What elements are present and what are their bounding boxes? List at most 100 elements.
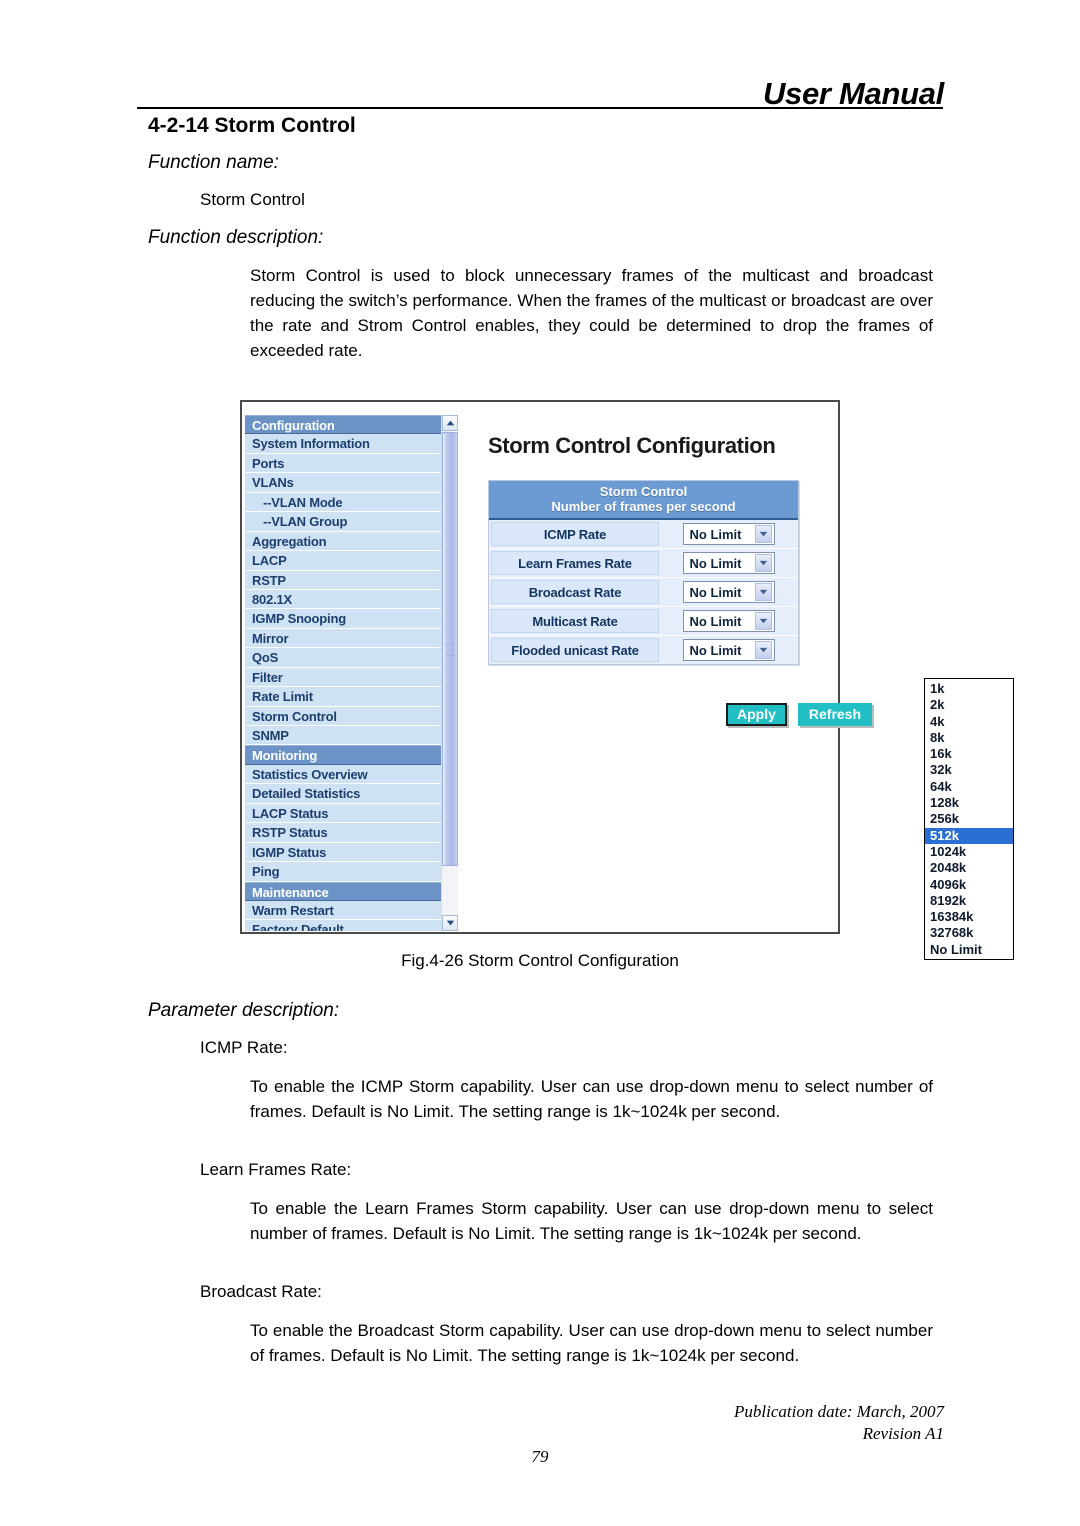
row-control: No Limit — [659, 639, 798, 661]
dropdown-option[interactable]: 2048k — [925, 860, 1013, 876]
dropdown-option[interactable]: 32768k — [925, 925, 1013, 941]
dropdown-option[interactable]: 512k — [925, 827, 1013, 844]
sidebar-item-igmp-status[interactable]: IGMP Status — [245, 842, 441, 863]
function-description-text: Storm Control is used to block unnecessa… — [250, 266, 933, 360]
sidebar-item-factory-default[interactable]: Factory Default — [245, 920, 441, 931]
revision: Revision A1 — [862, 1424, 944, 1443]
sidebar-item-igmp-snooping[interactable]: IGMP Snooping — [245, 609, 441, 629]
dropdown-option[interactable]: 32k — [925, 762, 1013, 778]
sidebar-item-vlan-mode[interactable]: --VLAN Mode — [245, 492, 441, 513]
dropdown-option[interactable]: 128k — [925, 795, 1013, 811]
sidebar-item-lacp[interactable]: LACP — [245, 551, 441, 571]
sidebar-item-rate-limit[interactable]: Rate Limit — [245, 687, 441, 707]
sidebar-item-warm-restart[interactable]: Warm Restart — [245, 900, 441, 921]
rate-dropdown-options[interactable]: 1k 2k 4k 8k 16k 32k 64k 128k 256k 512k 1024k 2048k 4… — [924, 678, 1014, 961]
rate-select-learn-frames-rate[interactable]: No Limit — [682, 552, 775, 574]
dropdown-option[interactable]: 8k — [925, 730, 1013, 746]
dropdown-option[interactable]: 4k — [925, 714, 1013, 730]
sidebar-item-maintenance[interactable]: Maintenance — [245, 881, 441, 901]
rate-select-broadcast-rate[interactable]: No Limit — [682, 581, 775, 603]
sidebar-item-label: Maintenance — [252, 884, 329, 900]
chevron-down-icon[interactable] — [754, 641, 772, 659]
sidebar-item-detailed-statistics[interactable]: Detailed Statistics — [245, 784, 441, 804]
publication-date: Publication date: March, 2007 — [734, 1402, 944, 1421]
dropdown-option[interactable]: 2k — [925, 697, 1013, 713]
sidebar-item-ping[interactable]: Ping — [245, 862, 441, 882]
sidebar-item-label: 802.1X — [252, 591, 293, 607]
sidebar-item-label: LACP — [252, 553, 287, 569]
scrollbar-thumb[interactable] — [442, 432, 458, 866]
row-control: No Limit — [659, 523, 798, 545]
apply-button[interactable]: Apply — [726, 703, 787, 726]
param-text-0: To enable the ICMP Storm capability. Use… — [250, 1077, 933, 1121]
sidebar-item-statistics-overview[interactable]: Statistics Overview — [245, 764, 441, 785]
scroll-down-arrow-icon[interactable] — [442, 915, 458, 931]
dropdown-option[interactable]: 16384k — [925, 909, 1013, 925]
sidebar-item-label: RSTP — [252, 572, 286, 588]
sidebar-item-label: SNMP — [252, 728, 289, 743]
sidebar-item-aggregation[interactable]: Aggregation — [245, 531, 441, 552]
sidebar-item-label: Warm Restart — [252, 902, 334, 918]
sidebar-item-qos[interactable]: QoS — [245, 648, 441, 668]
sidebar-item-configuration[interactable]: Configuration — [245, 415, 441, 435]
param-text-2: To enable the Broadcast Storm capability… — [250, 1321, 933, 1365]
sidebar-item-mirror[interactable]: Mirror — [245, 628, 441, 649]
sidebar-item-802-1x[interactable]: 802.1X — [245, 589, 441, 610]
sidebar-item-lacp-status[interactable]: LACP Status — [245, 803, 441, 824]
sidebar-item-vlans[interactable]: VLANs — [245, 473, 441, 493]
dropdown-option[interactable]: 1024k — [925, 844, 1013, 860]
table-row: ICMP Rate No Limit — [489, 520, 798, 549]
rate-select-value: No Limit — [689, 613, 742, 629]
sidebar-item-label: Statistics Overview — [252, 766, 368, 782]
row-label: Flooded unicast Rate — [491, 638, 659, 662]
sidebar-item-rstp-status[interactable]: RSTP Status — [245, 823, 441, 843]
sidebar-item-ports[interactable]: Ports — [245, 453, 441, 474]
chevron-down-icon[interactable] — [754, 554, 772, 572]
refresh-button[interactable]: Refresh — [797, 703, 873, 726]
param-name-0: ICMP Rate: — [200, 1038, 288, 1057]
chevron-down-icon[interactable] — [754, 583, 772, 601]
sidebar-item-storm-control[interactable]: Storm Control — [245, 706, 441, 726]
rate-select-value: No Limit — [689, 526, 742, 542]
header-divider — [137, 107, 943, 109]
storm-control-panel: Storm Control Configuration Storm Contro… — [480, 422, 1014, 961]
sidebar-item-label: Storm Control — [252, 708, 337, 724]
rate-select-flooded-unicast-rate[interactable]: No Limit — [682, 639, 775, 661]
row-label: Learn Frames Rate — [491, 551, 659, 575]
dropdown-option[interactable]: 4096k — [925, 877, 1013, 893]
parameter-description-label: Parameter description: — [148, 1000, 340, 1021]
dropdown-option[interactable]: 8192k — [925, 893, 1013, 909]
sidebar-item-label: Detailed Statistics — [252, 786, 361, 802]
dropdown-option[interactable]: 256k — [925, 811, 1013, 827]
sidebar-item-label: Aggregation — [252, 533, 327, 549]
rate-select-multicast-rate[interactable]: No Limit — [682, 610, 775, 632]
sidebar-item-system-information[interactable]: System Information — [245, 434, 441, 454]
scroll-up-arrow-icon[interactable] — [442, 415, 458, 431]
table-body: ICMP Rate No Limit Learn Frames Rate No Lim… — [489, 520, 798, 664]
sidebar-item-rstp[interactable]: RSTP — [245, 570, 441, 590]
sidebar-scrollbar[interactable] — [441, 415, 458, 931]
sidebar-menu-list[interactable]: Configuration System Information Ports VLAN… — [245, 415, 441, 931]
rate-select-icmp-rate[interactable]: No Limit — [682, 523, 775, 545]
sidebar-item-vlan-group[interactable]: --VLAN Group — [245, 512, 441, 532]
sidebar-item-filter[interactable]: Filter — [245, 667, 441, 688]
rate-select-value: No Limit — [689, 584, 742, 600]
chevron-down-icon[interactable] — [754, 525, 772, 543]
rate-select-value: No Limit — [689, 642, 742, 658]
dropdown-option[interactable]: 1k — [925, 681, 1013, 697]
sidebar-item-label: Ports — [252, 455, 285, 471]
row-control: No Limit — [659, 581, 798, 603]
sidebar-item-monitoring[interactable]: Monitoring — [245, 745, 441, 765]
page-number: 79 — [531, 1447, 549, 1466]
dropdown-option[interactable]: 16k — [925, 746, 1013, 762]
section-heading: 4-2-14 Storm Control — [148, 114, 356, 137]
table-row: Flooded unicast Rate No Limit — [489, 636, 798, 664]
param-name-2: Broadcast Rate: — [200, 1282, 322, 1301]
chevron-down-icon[interactable] — [754, 612, 772, 630]
sidebar-item-snmp[interactable]: SNMP — [245, 726, 441, 746]
dropdown-option[interactable]: 64k — [925, 779, 1013, 795]
panel-title: Storm Control Configuration — [488, 433, 776, 458]
dropdown-option[interactable]: No Limit — [925, 942, 1013, 958]
sidebar-item-label: Filter — [252, 669, 283, 685]
function-description-label: Function description: — [148, 227, 324, 248]
